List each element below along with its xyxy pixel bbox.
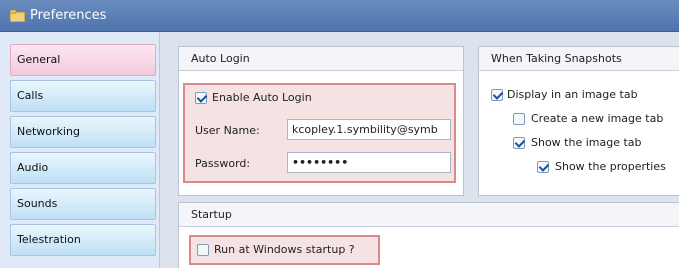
show-image-tab-checkbox[interactable] <box>513 137 525 149</box>
auto-login-panel: Auto Login Enable Auto Login User Name: … <box>178 46 464 196</box>
sidebar-item-sounds[interactable]: Sounds <box>10 188 156 220</box>
startup-title: Startup <box>179 203 679 227</box>
sidebar: General Calls Networking Audio Sounds Te… <box>0 32 160 268</box>
preferences-icon <box>10 9 25 22</box>
show-image-tab-label: Show the image tab <box>531 136 642 149</box>
username-label: User Name: <box>195 124 260 137</box>
auto-login-title: Auto Login <box>179 47 463 71</box>
sidebar-item-networking[interactable]: Networking <box>10 116 156 148</box>
run-at-startup-label: Run at Windows startup ? <box>214 243 355 256</box>
sidebar-item-audio[interactable]: Audio <box>10 152 156 184</box>
title-bar: Preferences <box>0 0 679 32</box>
password-label: Password: <box>195 157 251 170</box>
enable-auto-login-checkbox[interactable] <box>195 92 207 104</box>
display-image-tab-checkbox[interactable] <box>491 89 503 101</box>
sidebar-item-calls[interactable]: Calls <box>10 80 156 112</box>
snapshots-panel: When Taking Snapshots Display in an imag… <box>478 46 679 196</box>
show-properties-checkbox[interactable] <box>537 161 549 173</box>
show-properties-label: Show the properties <box>555 160 666 173</box>
new-image-tab-checkbox[interactable] <box>513 113 525 125</box>
new-image-tab-label: Create a new image tab <box>531 112 664 125</box>
content-area: Auto Login Enable Auto Login User Name: … <box>160 32 679 268</box>
enable-auto-login-label: Enable Auto Login <box>212 91 312 104</box>
window-title: Preferences <box>30 8 107 23</box>
username-field[interactable]: kcopley.1.symbility@symb <box>287 119 451 140</box>
startup-panel: Startup Run at Windows startup ? <box>178 202 679 268</box>
password-field[interactable]: •••••••• <box>287 152 451 173</box>
run-at-startup-checkbox[interactable] <box>197 244 209 256</box>
sidebar-item-general[interactable]: General <box>10 44 156 76</box>
display-image-tab-label: Display in an image tab <box>507 88 638 101</box>
snapshots-title: When Taking Snapshots <box>479 47 679 71</box>
sidebar-item-telestration[interactable]: Telestration <box>10 224 156 256</box>
